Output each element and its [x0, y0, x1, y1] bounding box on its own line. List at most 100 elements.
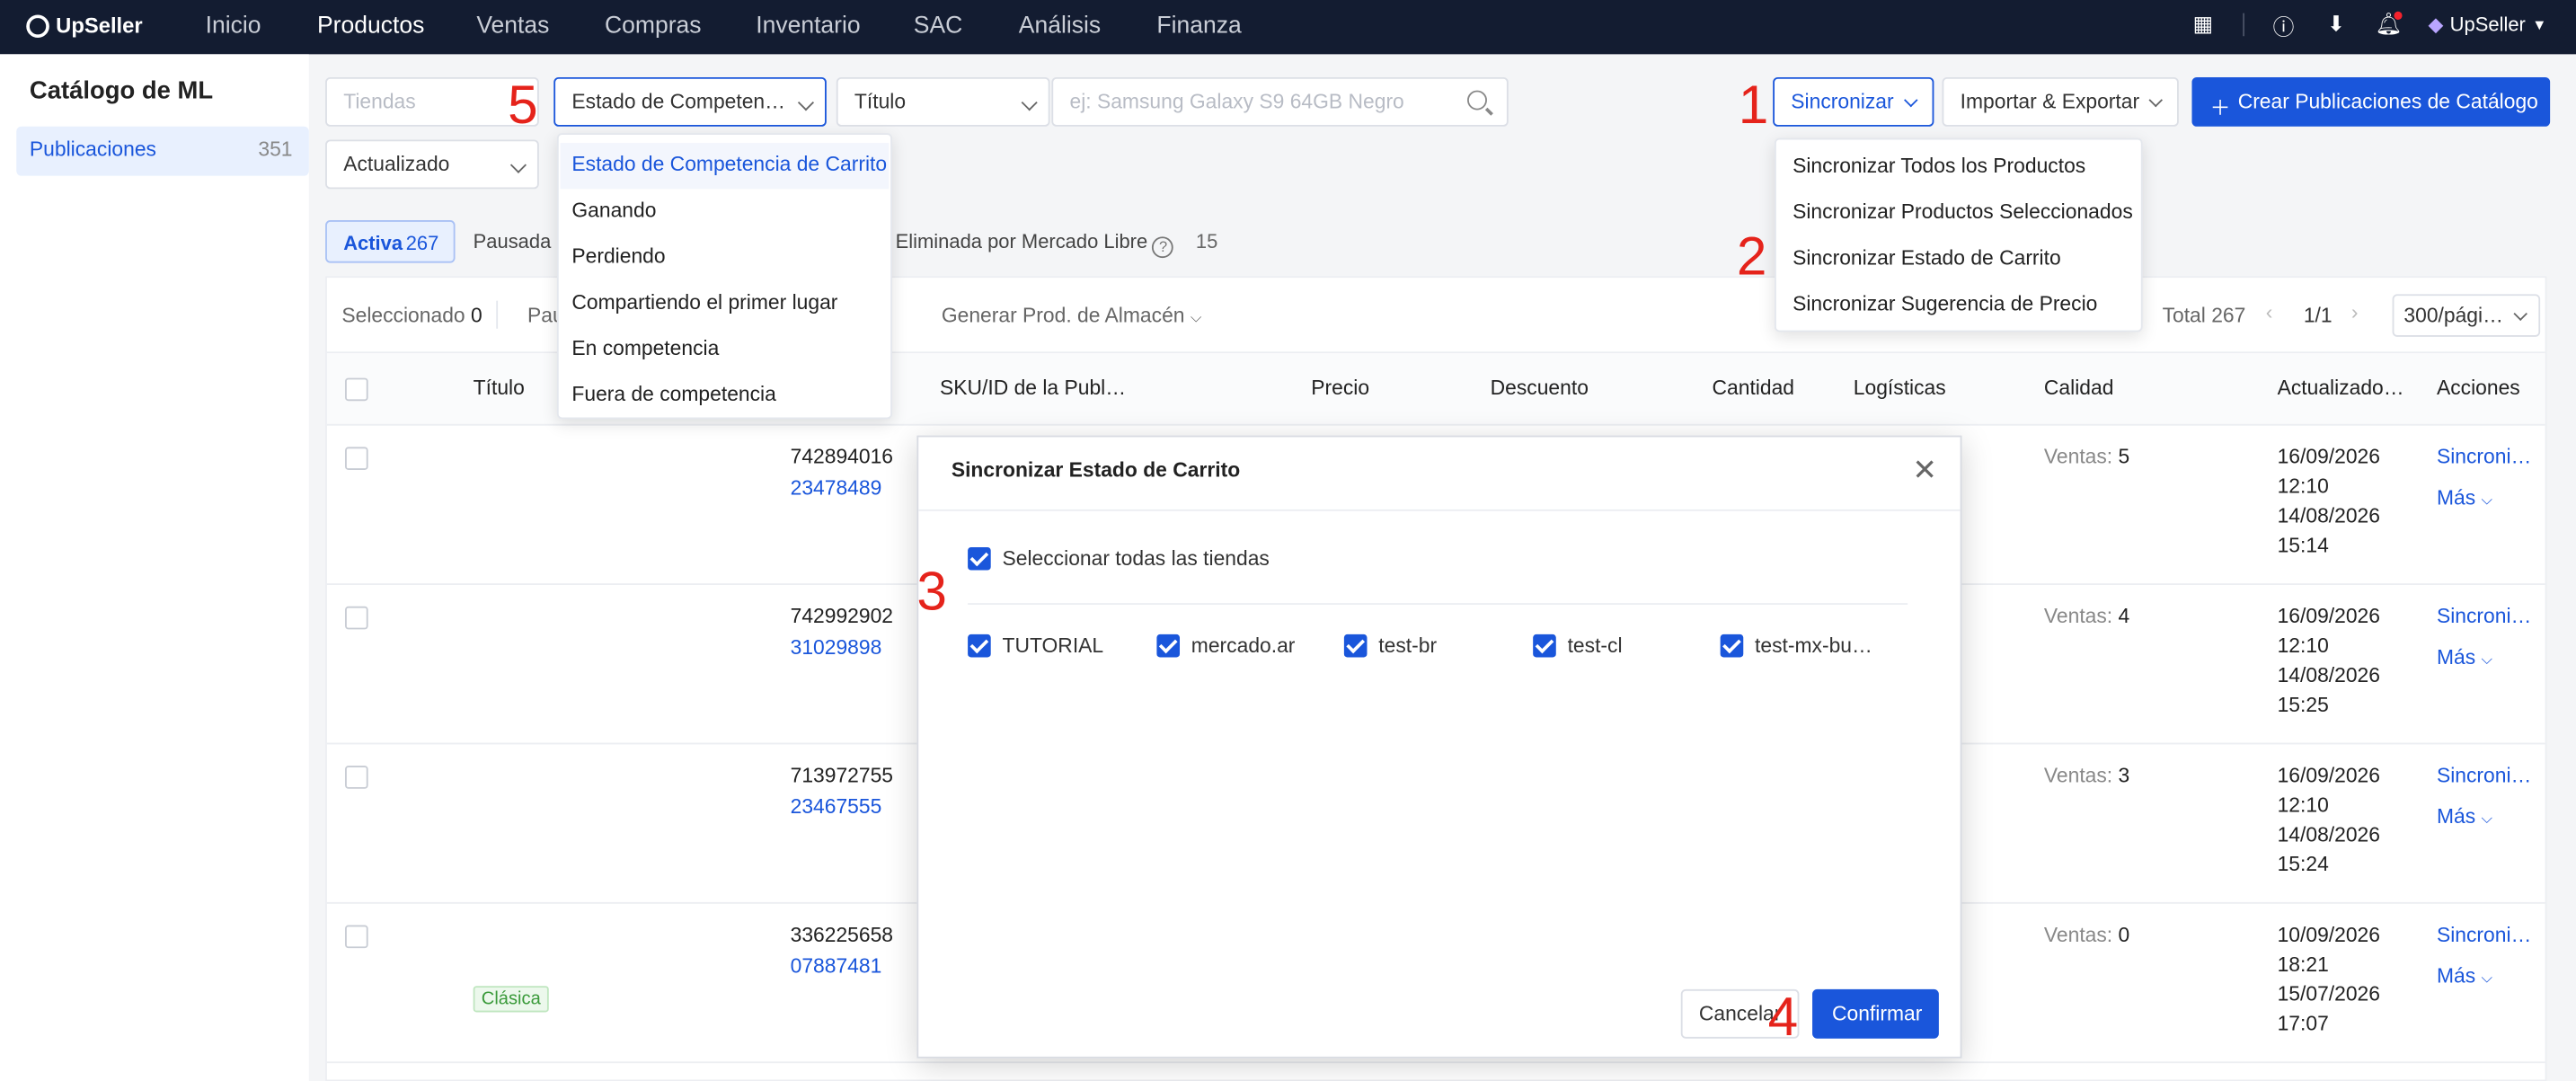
row-publication-id[interactable]: 23467555: [791, 795, 882, 819]
estado-option-en-competencia[interactable]: En competencia: [571, 337, 719, 360]
crear-publicaciones-button[interactable]: ＋ Crear Publicaciones de Catálogo: [2191, 76, 2551, 127]
row-created-time: 15:14: [2277, 534, 2329, 557]
search-input[interactable]: ej: Samsung Galaxy S9 64GB Negro: [1051, 76, 1509, 127]
estado-option-compartiendo[interactable]: Compartiendo el primer lugar: [571, 291, 837, 315]
chevron-down-icon: [1021, 94, 1038, 111]
sync-option-estado-carrito[interactable]: Sincronizar Estado de Carrito: [1793, 246, 2061, 270]
notification-bell-icon[interactable]: 🔔︎: [2376, 11, 2403, 38]
row-sync-link[interactable]: Sincroni…: [2437, 764, 2531, 787]
selected-value: 0: [471, 304, 482, 327]
sidebar: Catálogo de ML Publicaciones 351: [0, 54, 309, 1081]
row-sku: 742992902: [790, 604, 894, 628]
prev-page-icon[interactable]: ‹: [2266, 301, 2273, 324]
estado-option-all[interactable]: Estado de Competencia de Carrito: [571, 153, 887, 176]
row-sync-link[interactable]: Sincroni…: [2437, 924, 2531, 947]
tab-activa[interactable]: Activa 267: [325, 220, 456, 263]
tab-pausada[interactable]: Pausada: [474, 230, 552, 253]
header-sku[interactable]: SKU/ID de la Publ…: [940, 377, 1126, 400]
nav-item-productos[interactable]: Productos: [317, 13, 424, 40]
row-more-link[interactable]: Más ⌵: [2437, 964, 2492, 988]
tiendas-placeholder: Tiendas: [343, 90, 416, 114]
sync-option-seleccionados[interactable]: Sincronizar Productos Seleccionados: [1793, 200, 2133, 224]
store-label-test-mx: test-mx-bu…: [1755, 634, 1872, 658]
select-all-stores-label: Seleccionar todas las tiendas: [1002, 546, 1270, 571]
estado-option-fuera[interactable]: Fuera de competencia: [571, 383, 775, 406]
tab-eliminada[interactable]: Eliminada por Mercado Libre? 15: [896, 230, 1217, 259]
titulo-select-value: Título: [854, 90, 907, 114]
nav-item-ventas[interactable]: Ventas: [476, 13, 549, 40]
row-updated-time: 12:10: [2277, 474, 2329, 499]
titulo-select[interactable]: Título: [836, 76, 1050, 127]
page-size-select[interactable]: 300/pági…: [2392, 294, 2541, 337]
sync-option-sugerencia-precio[interactable]: Sincronizar Sugerencia de Precio: [1793, 293, 2097, 316]
sidebar-title: Catálogo de ML: [29, 76, 214, 106]
selected-count: Seleccionado 0: [341, 304, 482, 327]
select-all-stores-checkbox[interactable]: [968, 546, 991, 571]
nav-item-inicio[interactable]: Inicio: [206, 13, 261, 40]
importar-exportar-button[interactable]: Importar & Exportar: [1942, 76, 2179, 127]
ventas-label: Ventas:: [2043, 604, 2113, 628]
user-menu[interactable]: ◆ UpSeller ▼: [2428, 13, 2546, 37]
store-checkbox-mercado-ar[interactable]: [1156, 634, 1181, 658]
store-label-test-br: test-br: [1378, 634, 1438, 658]
select-all-checkbox[interactable]: [345, 377, 368, 402]
row-sync-link[interactable]: Sincroni…: [2437, 605, 2531, 628]
estado-option-ganando[interactable]: Ganando: [571, 199, 656, 222]
nav-item-inventario[interactable]: Inventario: [756, 13, 860, 40]
store-checkbox-test-mx[interactable]: [1720, 634, 1744, 658]
store-label-tutorial: TUTORIAL: [1002, 634, 1104, 658]
nav-item-sac[interactable]: SAC: [914, 13, 963, 40]
confirm-button[interactable]: Confirmar: [1812, 988, 1939, 1039]
header-cantidad[interactable]: Cantidad: [1713, 377, 1795, 400]
nav-item-compras[interactable]: Compras: [605, 13, 702, 40]
nav-item-finanza[interactable]: Finanza: [1156, 13, 1241, 40]
annotation-5: 5: [508, 74, 538, 135]
header-logisticas[interactable]: Logísticas: [1854, 377, 1946, 400]
row-created-time: 15:24: [2277, 853, 2329, 876]
estado-competencia-value: Estado de Competen…: [571, 90, 786, 114]
apps-grid-icon[interactable]: ▦: [2190, 12, 2216, 38]
row-more-link[interactable]: Más ⌵: [2437, 805, 2492, 828]
store-checkbox-test-br[interactable]: [1343, 634, 1368, 658]
nav-item-analisis[interactable]: Análisis: [1019, 13, 1101, 40]
header-precio[interactable]: Precio: [1311, 377, 1369, 400]
store-checkbox-tutorial[interactable]: [968, 634, 991, 658]
row-more-link[interactable]: Más ⌵: [2437, 486, 2492, 509]
brand-logo[interactable]: UpSeller: [26, 13, 143, 38]
sync-carrito-modal: Sincronizar Estado de Carrito ✕ Seleccio…: [916, 435, 1962, 1059]
row-publication-id[interactable]: 23478489: [791, 476, 882, 500]
row-created-date: 14/08/2026: [2277, 663, 2380, 687]
header-descuento[interactable]: Descuento: [1491, 377, 1589, 400]
row-checkbox[interactable]: [345, 447, 368, 471]
chevron-down-icon: [2513, 306, 2527, 322]
close-icon[interactable]: ✕: [1912, 456, 1937, 485]
actualizado-select[interactable]: Actualizado: [325, 139, 539, 190]
chevron-down-icon: ⌵: [2481, 651, 2493, 668]
header-titulo[interactable]: Título: [474, 377, 525, 400]
sync-option-todos[interactable]: Sincronizar Todos los Productos: [1793, 155, 2085, 178]
generar-almacen-button[interactable]: Generar Prod. de Almacén ⌵: [942, 304, 1202, 327]
sincronizar-button[interactable]: Sincronizar: [1773, 76, 1934, 127]
estado-competencia-select[interactable]: Estado de Competen…: [553, 76, 827, 127]
sidebar-item-publicaciones[interactable]: Publicaciones 351: [16, 126, 309, 176]
ventas-value: 0: [2118, 923, 2130, 947]
help-icon[interactable]: ⓘ: [2271, 12, 2297, 39]
row-checkbox[interactable]: [345, 766, 368, 789]
sidebar-item-count: 351: [258, 137, 293, 162]
row-sync-link[interactable]: Sincroni…: [2437, 446, 2531, 469]
store-label-test-cl: test-cl: [1567, 634, 1623, 658]
estado-option-perdiendo[interactable]: Perdiendo: [571, 244, 665, 268]
row-publication-id[interactable]: 31029898: [791, 636, 882, 660]
header-calidad[interactable]: Calidad: [2044, 377, 2114, 400]
download-icon[interactable]: ⬇: [2323, 12, 2349, 38]
chevron-down-icon: [797, 94, 815, 111]
header-actualizado[interactable]: Actualizado…: [2278, 377, 2404, 400]
store-checkbox-test-cl[interactable]: [1533, 634, 1556, 658]
row-checkbox[interactable]: [345, 925, 368, 949]
next-page-icon[interactable]: ›: [2351, 301, 2359, 324]
row-updated-time: 18:21: [2277, 953, 2329, 977]
row-checkbox[interactable]: [345, 606, 368, 630]
row-more-link[interactable]: Más ⌵: [2437, 646, 2492, 669]
search-icon[interactable]: [1467, 90, 1487, 111]
row-publication-id[interactable]: 07887481: [791, 954, 882, 978]
